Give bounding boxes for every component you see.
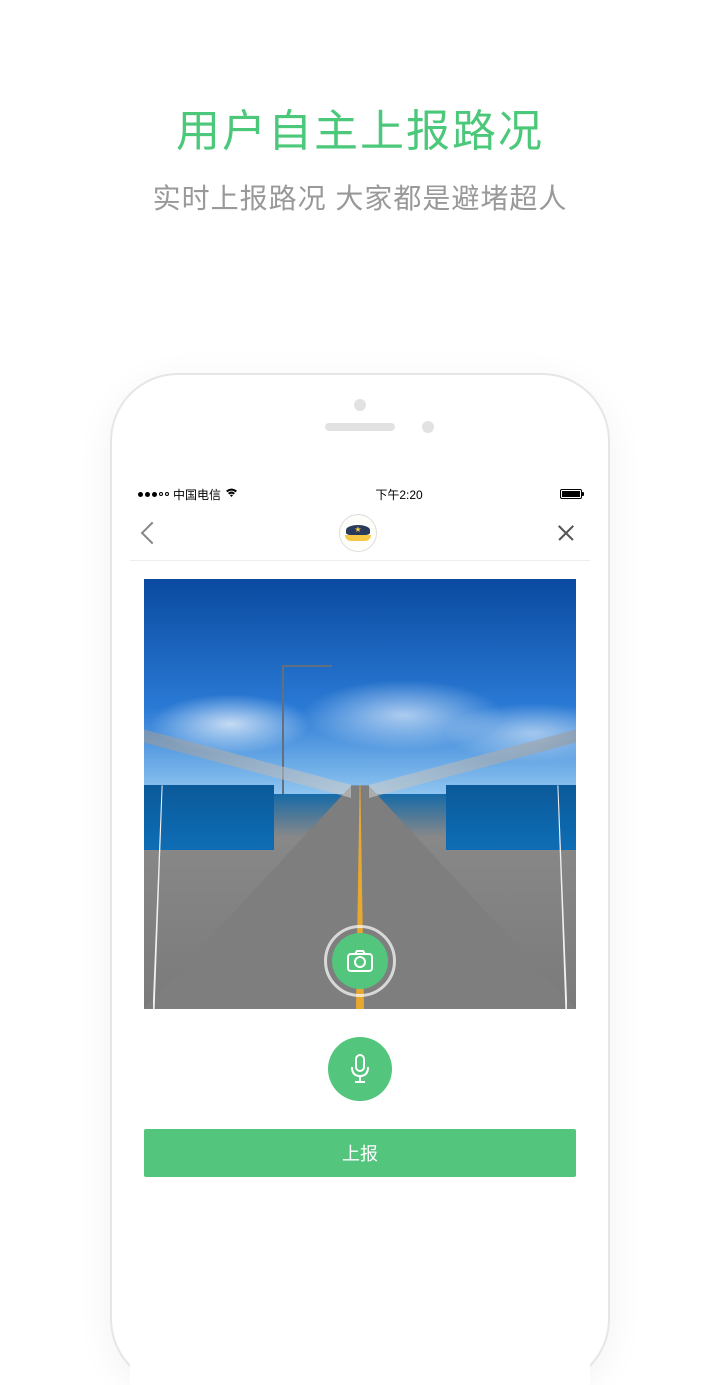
microphone-icon — [349, 1054, 371, 1084]
phone-screen: 中国电信 下午2:20 ★ — [130, 483, 590, 1385]
close-icon — [556, 523, 576, 543]
nav-bar: ★ — [130, 505, 590, 561]
status-time: 下午2:20 — [375, 486, 422, 503]
mic-button[interactable] — [328, 1037, 392, 1101]
battery-icon — [560, 489, 582, 499]
carrier-label: 中国电信 — [173, 486, 221, 503]
phone-camera — [422, 421, 434, 433]
chevron-left-icon — [141, 521, 164, 544]
nav-badge[interactable]: ★ — [339, 514, 377, 552]
close-button[interactable] — [556, 523, 576, 543]
promo-title: 用户自主上报路况 — [0, 95, 720, 159]
camera-button[interactable] — [332, 933, 388, 989]
signal-dots-icon — [138, 492, 169, 497]
promo-subtitle: 实时上报路况 大家都是避堵超人 — [0, 177, 720, 217]
status-bar: 中国电信 下午2:20 — [130, 483, 590, 505]
status-right — [560, 489, 582, 499]
camera-button-ring — [324, 925, 396, 997]
phone-speaker — [325, 423, 395, 431]
photo-preview — [144, 579, 576, 1009]
back-button[interactable] — [144, 525, 160, 541]
wifi-icon — [225, 487, 238, 501]
phone-sensor — [354, 399, 366, 411]
submit-button[interactable]: 上报 — [144, 1129, 576, 1177]
status-left: 中国电信 — [138, 486, 238, 503]
police-hat-icon: ★ — [345, 525, 371, 541]
phone-mockup: 中国电信 下午2:20 ★ — [112, 375, 608, 1385]
camera-icon — [347, 950, 373, 972]
